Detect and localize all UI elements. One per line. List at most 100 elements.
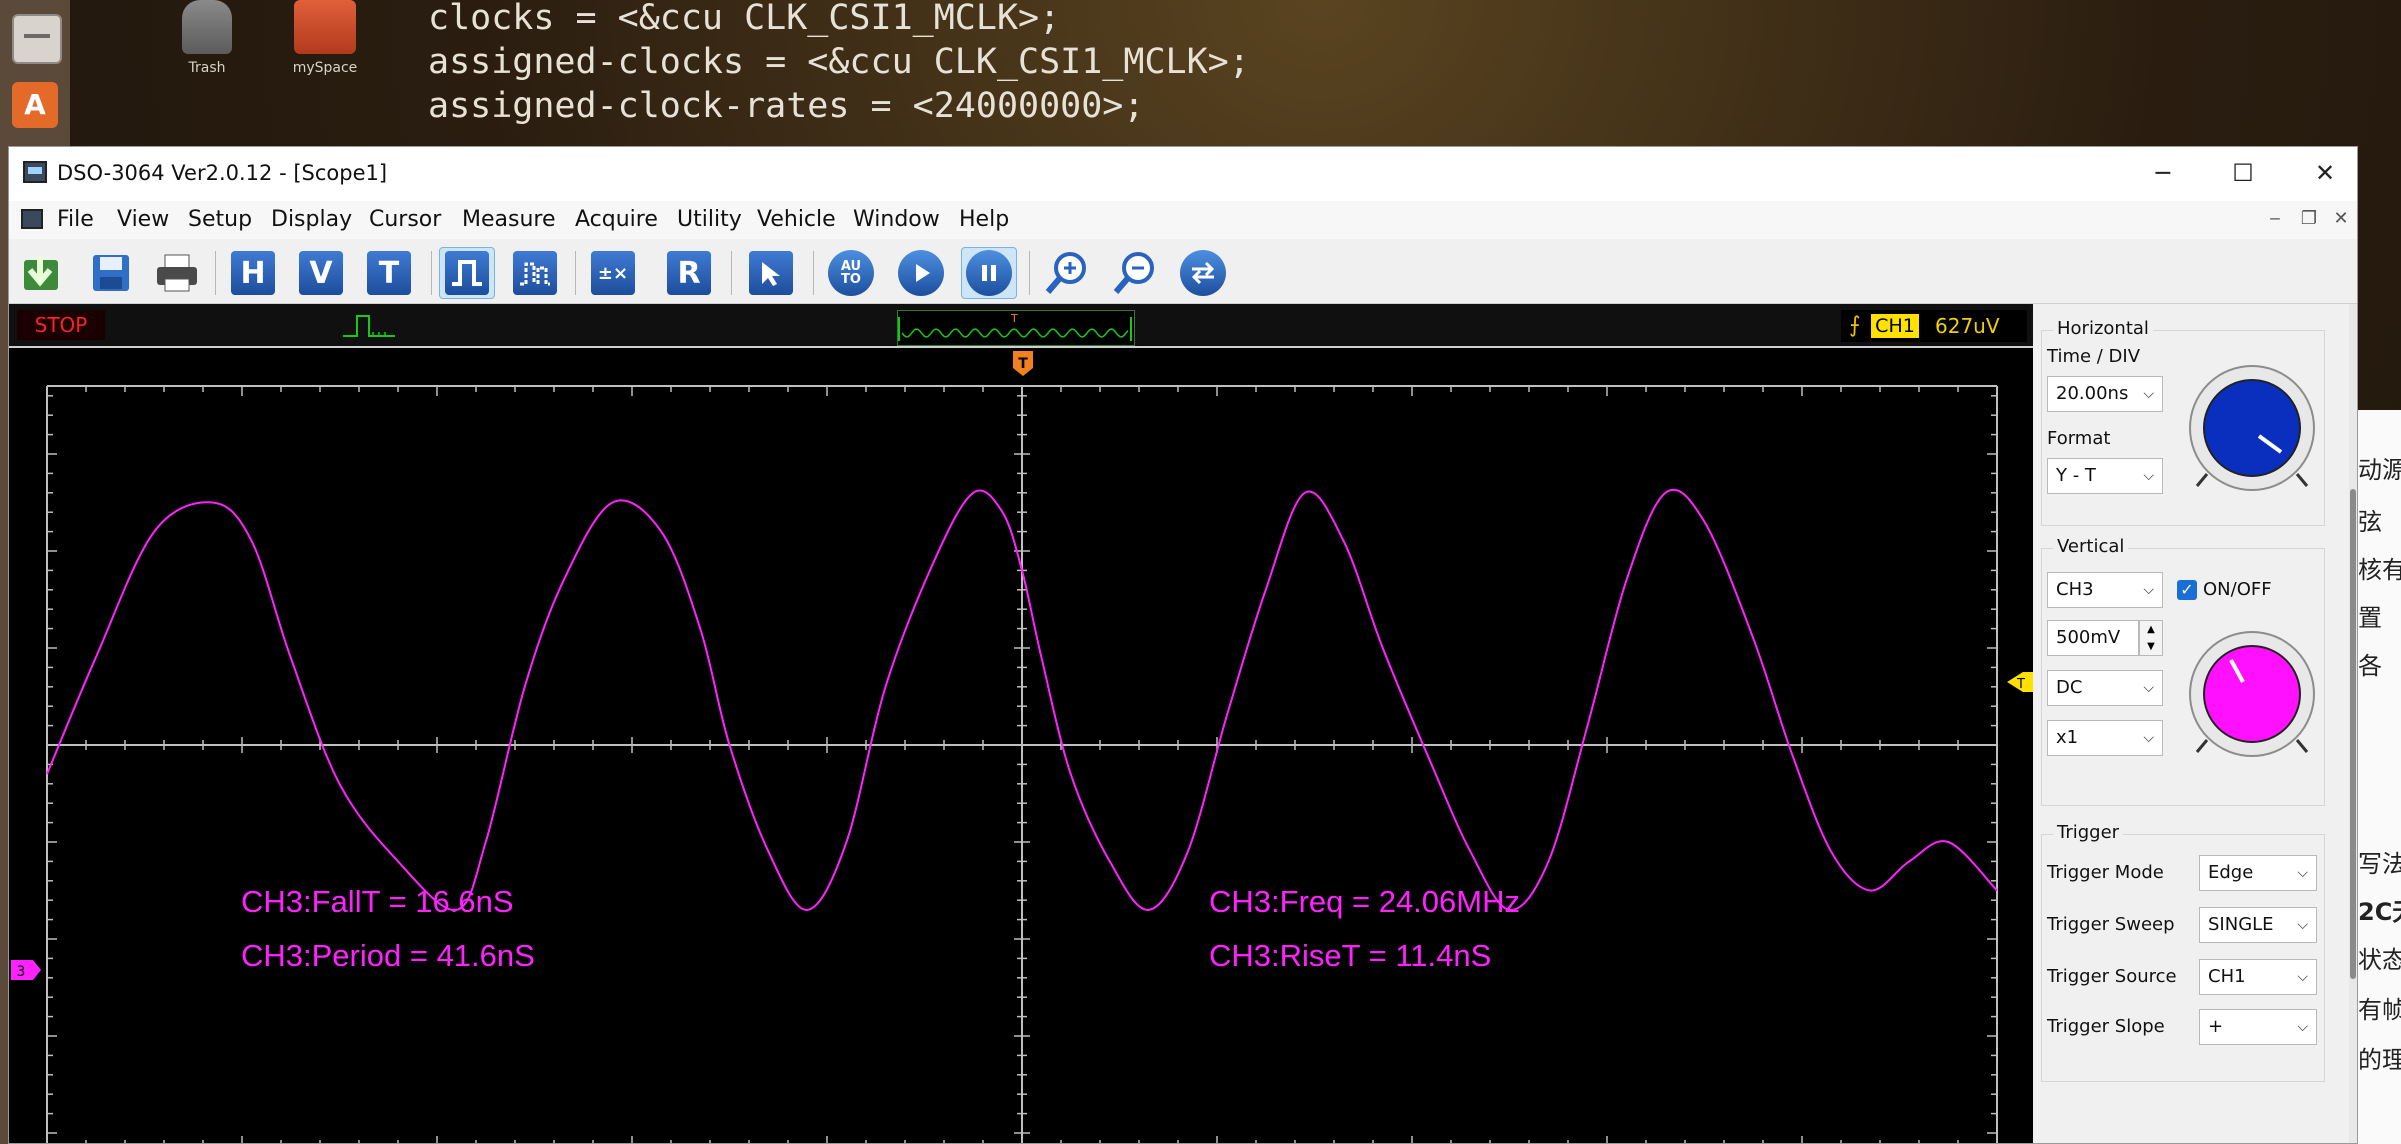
- app-store-icon[interactable]: A: [12, 82, 58, 128]
- measurement-period: CH3:Period = 41.6nS: [241, 938, 535, 973]
- menu-setup[interactable]: Setup: [188, 207, 252, 232]
- mdi-close-button[interactable]: ✕: [2327, 205, 2355, 233]
- trigger-mode-select[interactable]: Edge ⌵: [2199, 855, 2317, 891]
- mdi-restore-button[interactable]: ❐: [2295, 205, 2323, 233]
- files-app-icon[interactable]: [12, 14, 62, 64]
- trigger-button[interactable]: T: [361, 247, 417, 299]
- chevron-down-icon: ⌵: [2143, 468, 2154, 484]
- chevron-down-icon: ⌵: [2297, 969, 2308, 985]
- trigger-slope-select[interactable]: + ⌵: [2199, 1009, 2317, 1045]
- desktop-item-label: Trash: [188, 60, 226, 76]
- mini-trigger-marker: T: [1010, 312, 1018, 325]
- time-div-select[interactable]: 20.00ns ⌵: [2047, 376, 2163, 412]
- pulse-mode-icon: [445, 251, 489, 295]
- scrollbar-thumb[interactable]: [2350, 489, 2356, 979]
- auto-button[interactable]: AU TO: [823, 247, 879, 299]
- background-document-edge: 动源 弦 核有 置 各 写法 2C无 状态 有帧 的理解: [2356, 410, 2401, 1144]
- chevron-down-icon: ⌵: [2143, 582, 2154, 598]
- toolbar-separator: [215, 251, 216, 295]
- horizontal-button[interactable]: H: [225, 247, 281, 299]
- channel-select[interactable]: CH3 ⌵: [2047, 572, 2163, 608]
- maximize-button[interactable]: ☐: [2213, 153, 2273, 193]
- knob-icon: [2189, 631, 2315, 757]
- svg-text:T: T: [2016, 677, 2025, 692]
- scope-display[interactable]: STOP T ⨍ CH1 627uV T 3 T CH3:FallT = 16.…: [9, 304, 2033, 1143]
- mdi-minimize-button[interactable]: ‒: [2261, 205, 2289, 233]
- volts-knob[interactable]: [2185, 630, 2319, 764]
- coupling-select[interactable]: DC ⌵: [2047, 670, 2163, 706]
- menu-bar: File View Setup Display Cursor Measure A…: [9, 201, 2357, 239]
- save-button[interactable]: [83, 247, 139, 299]
- math-icon: ±×: [591, 251, 635, 295]
- menu-view[interactable]: View: [117, 207, 169, 232]
- desktop-item-myspace[interactable]: mySpace: [270, 0, 380, 80]
- vertical-button[interactable]: V: [293, 247, 349, 299]
- zoom-in-button[interactable]: [1039, 247, 1095, 299]
- math-button[interactable]: ±×: [585, 247, 641, 299]
- trigger-level-value: 627uV: [1935, 314, 2000, 338]
- code-line: clocks = <&ccu CLK_CSI1_MCLK>;: [428, 0, 1061, 38]
- minimize-button[interactable]: ─: [2133, 153, 2193, 193]
- time-base-knob[interactable]: [2185, 364, 2319, 498]
- peek-text: 状态: [2358, 946, 2401, 974]
- print-button[interactable]: [149, 247, 205, 299]
- desktop-item-label: mySpace: [292, 60, 358, 76]
- channel-value: CH3: [2056, 579, 2094, 600]
- menu-help[interactable]: Help: [959, 207, 1009, 232]
- chevron-down-icon: ⌵: [2143, 730, 2154, 746]
- trigger-sweep-select[interactable]: SINGLE ⌵: [2199, 907, 2317, 943]
- volts-div-stepper[interactable]: ▲ ▼: [2139, 620, 2163, 656]
- trigger-slope-label: Trigger Slope: [2047, 1016, 2165, 1037]
- channel-onoff-checkbox[interactable]: ✓: [2177, 580, 2197, 600]
- menu-display[interactable]: Display: [271, 207, 352, 232]
- v-icon: V: [299, 251, 343, 295]
- measurement-rise-time: CH3:RiseT = 11.4nS: [1209, 938, 1492, 973]
- menu-utility[interactable]: Utility: [677, 207, 742, 232]
- volts-div-field[interactable]: 500mV: [2047, 620, 2139, 656]
- waveform-graticule: T 3 T: [9, 346, 2033, 1143]
- vertical-title: Vertical: [2053, 536, 2129, 557]
- auto-icon: AU TO: [828, 250, 874, 296]
- trigger-mode-label: Trigger Mode: [2047, 862, 2164, 883]
- toolbar-separator: [813, 251, 814, 295]
- trigger-source-select[interactable]: CH1 ⌵: [2199, 959, 2317, 995]
- run-state-badge[interactable]: STOP: [17, 310, 105, 340]
- trigger-source-label: Trigger Source: [2047, 966, 2177, 987]
- window-title: DSO-3064 Ver2.0.12 - [Scope1]: [57, 161, 388, 185]
- close-button[interactable]: ✕: [2295, 153, 2355, 193]
- scope-status-bar: STOP T ⨍ CH1 627uV: [9, 304, 2033, 346]
- memory-overview[interactable]: T: [897, 310, 1135, 346]
- play-icon: [898, 250, 944, 296]
- menu-cursor[interactable]: Cursor: [369, 207, 441, 232]
- reference-button[interactable]: R: [661, 247, 717, 299]
- document-icon[interactable]: [21, 209, 43, 229]
- pause-button[interactable]: [961, 247, 1017, 299]
- title-bar[interactable]: DSO-3064 Ver2.0.12 - [Scope1] ─ ☐ ✕: [9, 147, 2357, 201]
- play-button[interactable]: [893, 247, 949, 299]
- menu-window[interactable]: Window: [853, 207, 940, 232]
- pulse-shape-icon: [343, 315, 395, 337]
- print-icon: [157, 254, 197, 292]
- measurement-frequency: CH3:Freq = 24.06MHz: [1209, 884, 1520, 919]
- panel-scrollbar[interactable]: [2349, 304, 2357, 1143]
- format-value: Y - T: [2056, 465, 2096, 486]
- menu-vehicle[interactable]: Vehicle: [757, 207, 836, 232]
- zoom-reset-button[interactable]: [1175, 247, 1231, 299]
- trigger-mode-value: Edge: [2208, 862, 2254, 883]
- open-button[interactable]: [15, 247, 71, 299]
- menu-file[interactable]: File: [57, 207, 94, 232]
- pulse-mode-button[interactable]: [439, 247, 495, 299]
- menu-acquire[interactable]: Acquire: [575, 207, 658, 232]
- pulse-step-button[interactable]: [507, 247, 563, 299]
- format-select[interactable]: Y - T ⌵: [2047, 458, 2163, 494]
- peek-text: 核有: [2358, 556, 2401, 584]
- desktop-item-trash[interactable]: Trash: [152, 0, 262, 80]
- chevron-down-icon: ⌵: [2297, 865, 2308, 881]
- zoom-out-button[interactable]: [1107, 247, 1163, 299]
- menu-measure[interactable]: Measure: [462, 207, 556, 232]
- pointer-icon: [749, 251, 793, 295]
- probe-select[interactable]: x1 ⌵: [2047, 720, 2163, 756]
- pointer-button[interactable]: [743, 247, 799, 299]
- h-icon: H: [231, 251, 275, 295]
- open-arrow-icon: [24, 256, 58, 290]
